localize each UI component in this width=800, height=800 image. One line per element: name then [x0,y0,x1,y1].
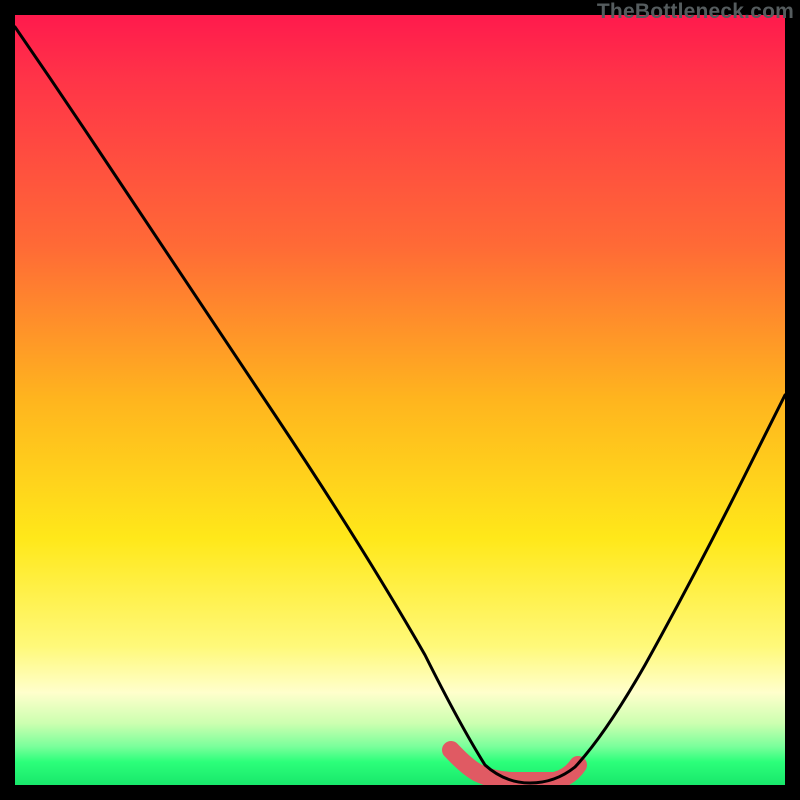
chart-stage: TheBottleneck.com [0,0,800,800]
plot-area [15,15,785,785]
curve-layer [15,15,785,785]
watermark-text: TheBottleneck.com [597,0,794,24]
bottleneck-curve-line [15,27,785,783]
